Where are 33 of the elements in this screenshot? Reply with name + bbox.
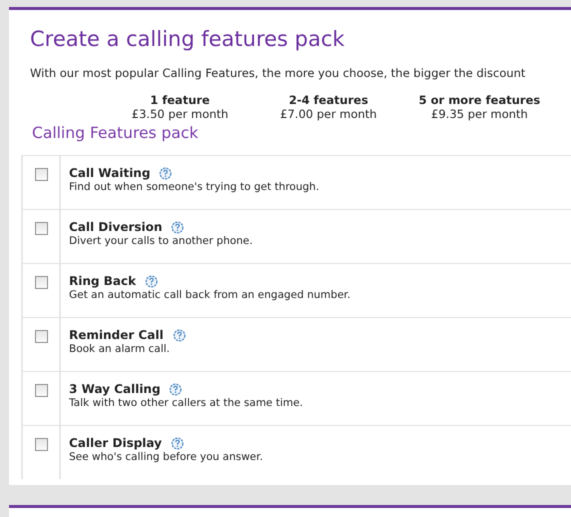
feature-name: Call Diversion [69, 220, 162, 234]
feature-description: See who's calling before you answer. [69, 451, 263, 463]
tier-price: £3.50 per month [130, 107, 230, 121]
help-icon[interactable] [145, 274, 158, 288]
feature-name: Ring Back [69, 274, 136, 288]
tier-label: 5 or more features [418, 93, 542, 107]
tier-label: 2-4 features [288, 93, 370, 107]
section-title: Calling Features pack [32, 123, 200, 143]
checkbox[interactable] [34, 276, 48, 289]
help-icon[interactable] [169, 382, 182, 396]
page-title: Create a calling features pack [29, 26, 346, 52]
feature-name: Caller Display [69, 436, 162, 450]
checkbox[interactable] [34, 222, 48, 235]
feature-description: Get an automatic call back from an engaged number. [69, 289, 350, 301]
tier-label: 1 feature [149, 93, 211, 107]
tier-price: £7.00 per month [279, 107, 378, 121]
checkbox[interactable] [34, 168, 48, 181]
feature-name: Reminder Call [69, 328, 164, 342]
intro-text: With our most popular Calling Features, the more you choose, the bigger the discount [30, 66, 526, 80]
feature-description: Find out when someone's trying to get through. [69, 181, 320, 193]
feature-description: Divert your calls to another phone. [69, 235, 253, 247]
checkbox[interactable] [34, 384, 48, 397]
help-icon[interactable] [170, 436, 184, 450]
feature-description: Book an alarm call. [69, 343, 171, 355]
checkbox[interactable] [34, 330, 48, 343]
feature-description: Talk with two other callers at the same time. [69, 397, 303, 409]
checkbox[interactable] [34, 438, 48, 451]
help-icon[interactable] [159, 166, 172, 180]
help-icon[interactable] [172, 328, 186, 342]
help-icon[interactable] [171, 220, 184, 234]
feature-name: 3 Way Calling [69, 382, 160, 396]
tier-price: £9.35 per month [430, 107, 529, 121]
feature-name: Call Waiting [69, 166, 150, 180]
